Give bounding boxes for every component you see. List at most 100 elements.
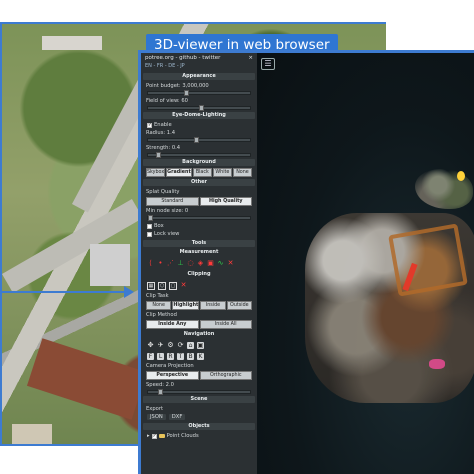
bg-black-button[interactable]: Black (192, 168, 212, 177)
distance-measure-icon[interactable]: ⋰ (167, 260, 174, 267)
sidebar-links[interactable]: potree.org - github - twitter (145, 55, 220, 61)
view-front-icon[interactable]: F (147, 353, 154, 360)
box-checkbox[interactable]: Box (141, 222, 257, 230)
clip-inside-any-button[interactable]: Inside Any (146, 320, 199, 329)
radius-slider[interactable] (147, 137, 251, 143)
edl-enable-label: Enable (154, 122, 172, 128)
point-cloud-highlight (457, 171, 465, 181)
point-clouds-tree-item[interactable]: ▸ ✓ Point Clouds (141, 432, 257, 440)
clip-screen-box-icon[interactable]: ▢ (169, 282, 177, 290)
camera-projection-label: Camera Projection (146, 363, 194, 369)
clip-outside-button[interactable]: Outside (226, 301, 252, 310)
building (42, 36, 102, 50)
view-left-icon[interactable]: L (157, 353, 164, 360)
slider-knob[interactable] (158, 389, 164, 395)
clip-task-label: Clip Task (146, 293, 169, 299)
circle-measure-icon[interactable]: ◌ (187, 260, 194, 267)
clip-inside-all-button[interactable]: Inside All (199, 320, 252, 329)
excavator-bucket-edge (388, 223, 468, 297)
hamburger-menu-icon[interactable]: ☰ (261, 58, 275, 70)
volume-measure-icon[interactable]: ▣ (207, 260, 214, 267)
view-back-icon[interactable]: K (197, 353, 204, 360)
arrow-line (0, 291, 128, 293)
potree-viewer-window: potree.org - github - twitter × EN - FR … (138, 50, 474, 474)
building (12, 424, 52, 444)
view-direction-tools: F L R T B K (141, 351, 257, 362)
point-cloud-canvas[interactable] (257, 53, 474, 474)
slider-knob[interactable] (193, 137, 199, 143)
checkbox-checked[interactable]: ✓ (151, 433, 157, 439)
lock-view-checkbox[interactable]: Lock view (141, 230, 257, 238)
clip-method-label: Clip Method (146, 312, 177, 318)
full-extent-icon[interactable]: ⌂ (187, 342, 194, 349)
perspective-button[interactable]: Perspective (146, 371, 199, 380)
slider-knob[interactable] (156, 152, 162, 158)
splat-standard-button[interactable]: Standard (146, 197, 199, 206)
earth-controls-icon[interactable]: ✥ (147, 342, 154, 349)
angle-measure-icon[interactable]: ⟨ (147, 260, 154, 267)
subsection-clipping[interactable]: Clipping (143, 271, 255, 278)
fov-slider[interactable] (147, 105, 251, 111)
splat-high-quality-button[interactable]: High Quality (199, 197, 252, 206)
fov-label: Field of view: 60 (146, 98, 188, 104)
viewer-sidebar: potree.org - github - twitter × EN - FR … (141, 53, 257, 474)
bg-gradient-button[interactable]: Gradient (166, 168, 192, 177)
building-roof (26, 338, 148, 420)
section-scene[interactable]: Scene (143, 396, 255, 403)
checkbox-checked[interactable]: ✓ (147, 122, 152, 128)
expand-arrow-icon[interactable]: ▸ (147, 433, 150, 439)
background-options: Skybox Gradient Black White None (146, 168, 252, 177)
subsection-objects[interactable]: Objects (143, 423, 255, 430)
subsection-measurement[interactable]: Measurement (143, 249, 255, 256)
speed-slider[interactable] (147, 389, 251, 395)
profile-measure-icon[interactable]: ∿ (217, 260, 224, 267)
slider-knob[interactable] (199, 105, 204, 111)
view-top-icon[interactable]: T (177, 353, 184, 360)
section-other[interactable]: Other (143, 179, 255, 186)
navigation-tools: ✥ ✈ ⚙ ⟳ ⌂ ▣ (141, 340, 257, 351)
point-measure-icon[interactable]: • (157, 260, 164, 267)
edl-enable-checkbox[interactable]: ✓ Enable (141, 121, 257, 129)
section-tools[interactable]: Tools (143, 240, 255, 247)
bg-none-button[interactable]: None (232, 168, 252, 177)
slider-knob[interactable] (183, 90, 189, 96)
folder-icon (158, 434, 165, 438)
bg-white-button[interactable]: White (212, 168, 232, 177)
fly-controls-icon[interactable]: ✈ (157, 342, 164, 349)
clip-polygon-icon[interactable]: ⬡ (158, 282, 166, 290)
language-links[interactable]: EN - FR - DE - JP (141, 63, 257, 71)
slider-knob[interactable] (148, 215, 153, 221)
checkbox-unchecked[interactable] (147, 223, 152, 229)
radius-label: Radius: 1.4 (146, 130, 176, 136)
clip-none-button[interactable]: None (146, 301, 172, 310)
subsection-navigation[interactable]: Navigation (143, 331, 255, 338)
orbit-controls-icon[interactable]: ⟳ (177, 342, 184, 349)
area-measure-icon[interactable]: ◈ (197, 260, 204, 267)
remove-clipping-icon[interactable]: ✕ (180, 282, 187, 289)
close-icon[interactable]: × (248, 55, 253, 61)
camera-projection-options: Perspective Orthographic (146, 371, 252, 380)
strength-slider[interactable] (147, 152, 251, 158)
box-label: Box (154, 223, 164, 229)
orthographic-button[interactable]: Orthographic (199, 371, 252, 380)
point-budget-slider[interactable] (147, 90, 251, 96)
arrow-right-icon (124, 286, 134, 298)
clip-volume-icon[interactable]: ▦ (147, 282, 155, 290)
section-background[interactable]: Background (143, 159, 255, 166)
section-appearance[interactable]: Appearance (143, 73, 255, 80)
export-json-button[interactable]: JSON (147, 414, 166, 420)
view-right-icon[interactable]: R (167, 353, 174, 360)
min-node-size-slider[interactable] (147, 215, 251, 221)
helicopter-controls-icon[interactable]: ⚙ (167, 342, 174, 349)
checkbox-unchecked[interactable] (147, 231, 152, 237)
section-edl[interactable]: Eye-Dome-Lighting (143, 112, 255, 119)
view-bottom-icon[interactable]: B (187, 353, 194, 360)
remove-measurements-icon[interactable]: ✕ (227, 260, 234, 267)
navigation-cube-icon[interactable]: ▣ (197, 342, 204, 349)
height-measure-icon[interactable]: ⊥ (177, 260, 184, 267)
bg-skybox-button[interactable]: Skybox (146, 168, 166, 177)
export-dxf-button[interactable]: DXF (168, 414, 186, 420)
clip-inside-button[interactable]: Inside (200, 301, 226, 310)
clip-highlight-button[interactable]: Highlight (172, 301, 200, 310)
tree-checkbox[interactable]: ✓ (151, 433, 157, 439)
